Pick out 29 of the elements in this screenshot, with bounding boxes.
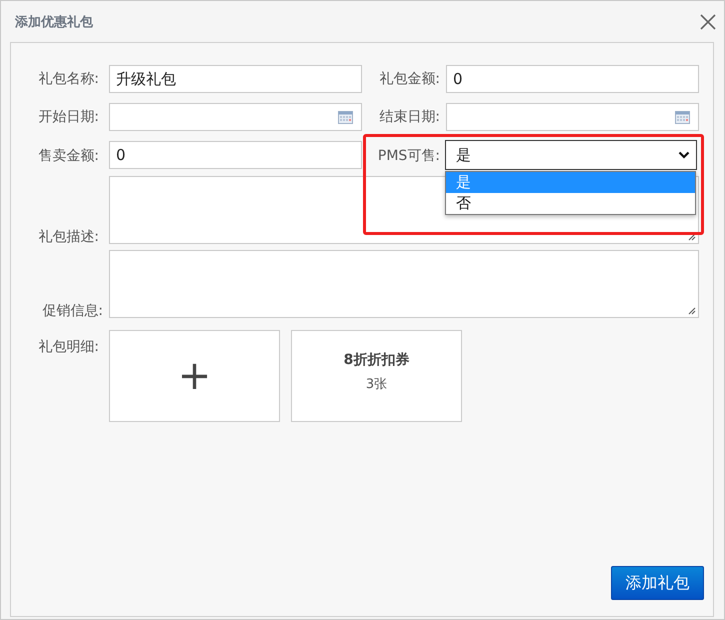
field-label: 促销信息: [41, 302, 104, 320]
resize-handle-icon[interactable] [687, 232, 696, 241]
coupon-name: 8折折扣券 [344, 351, 410, 369]
close-icon[interactable] [700, 14, 716, 30]
input-field[interactable]: 0 [446, 65, 699, 93]
add-tile[interactable]: + [109, 330, 280, 422]
date-field[interactable] [446, 103, 699, 131]
coupon-tile[interactable]: 8折折扣券 3张 [291, 330, 462, 422]
date-field[interactable] [109, 103, 362, 131]
field-label: 礼包描述: [37, 228, 100, 246]
field-label: 结束日期: [378, 108, 441, 126]
field-label: 开始日期: [37, 108, 100, 126]
plus-icon: + [178, 356, 212, 396]
dialog-title: 添加优惠礼包 [15, 14, 93, 30]
input-field[interactable]: 升级礼包 [109, 65, 362, 93]
coupon-count: 3张 [366, 376, 388, 393]
add-package-button[interactable]: 添加礼包 [611, 566, 704, 600]
chevron-down-icon [678, 151, 690, 159]
dropdown-option[interactable]: 否 [446, 193, 695, 214]
field-label: 礼包名称: [37, 70, 100, 88]
field-label: 售卖金额: [37, 146, 100, 164]
resize-handle-icon[interactable] [687, 306, 696, 315]
input-field[interactable]: 0 [109, 141, 362, 169]
calendar-icon[interactable] [675, 110, 690, 124]
field-label: PMS可售: [376, 146, 441, 164]
field-label: 礼包明细: [37, 338, 100, 356]
field-label: 礼包金额: [378, 70, 441, 88]
calendar-icon[interactable] [338, 110, 353, 124]
dropdown-field[interactable]: 是 [445, 140, 697, 170]
